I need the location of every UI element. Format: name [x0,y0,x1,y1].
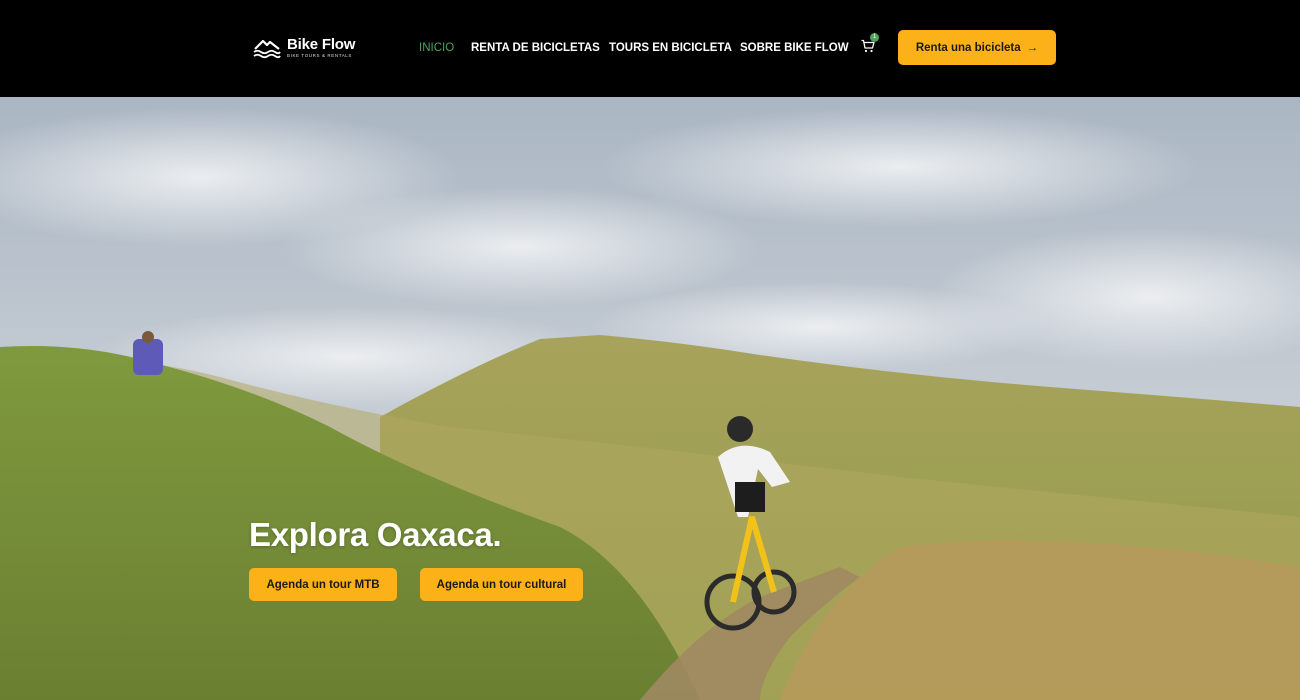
brand-name: Bike Flow [287,36,356,54]
arrow-right-icon: → [1026,41,1039,54]
hero-title: Explora Oaxaca. [249,516,502,553]
mountain-waves-logo-icon [253,39,281,59]
nav-item-inicio[interactable]: INICIO [419,40,454,56]
site-header: Bike Flow BIKE TOURS & RENTALS INICIO RE… [0,0,1300,97]
brand-tagline: BIKE TOURS & RENTALS [287,53,353,59]
nav-item-tours-en-bicicleta[interactable]: TOURS EN BICICLETA [609,40,732,56]
hero-section: Explora Oaxaca. Agenda un tour MTB Agend… [0,97,1300,700]
book-cultural-tour-button[interactable]: Agenda un tour cultural [420,568,583,601]
cart-count-badge: 1 [870,33,879,42]
nav-item-renta-de-bicicletas[interactable]: RENTA DE BICICLETAS [471,40,600,56]
rent-bike-button[interactable]: Renta una bicicleta → [898,30,1056,65]
rent-bike-label: Renta una bicicleta [915,41,1021,54]
mountain-biker-photo [0,97,1300,700]
brand-logo[interactable]: Bike Flow BIKE TOURS & RENTALS [253,35,363,61]
brand-text: Bike Flow BIKE TOURS & RENTALS [287,37,355,59]
book-mtb-tour-button[interactable]: Agenda un tour MTB [249,568,397,601]
nav-item-sobre-bike-flow[interactable]: SOBRE BIKE FLOW [740,40,849,56]
